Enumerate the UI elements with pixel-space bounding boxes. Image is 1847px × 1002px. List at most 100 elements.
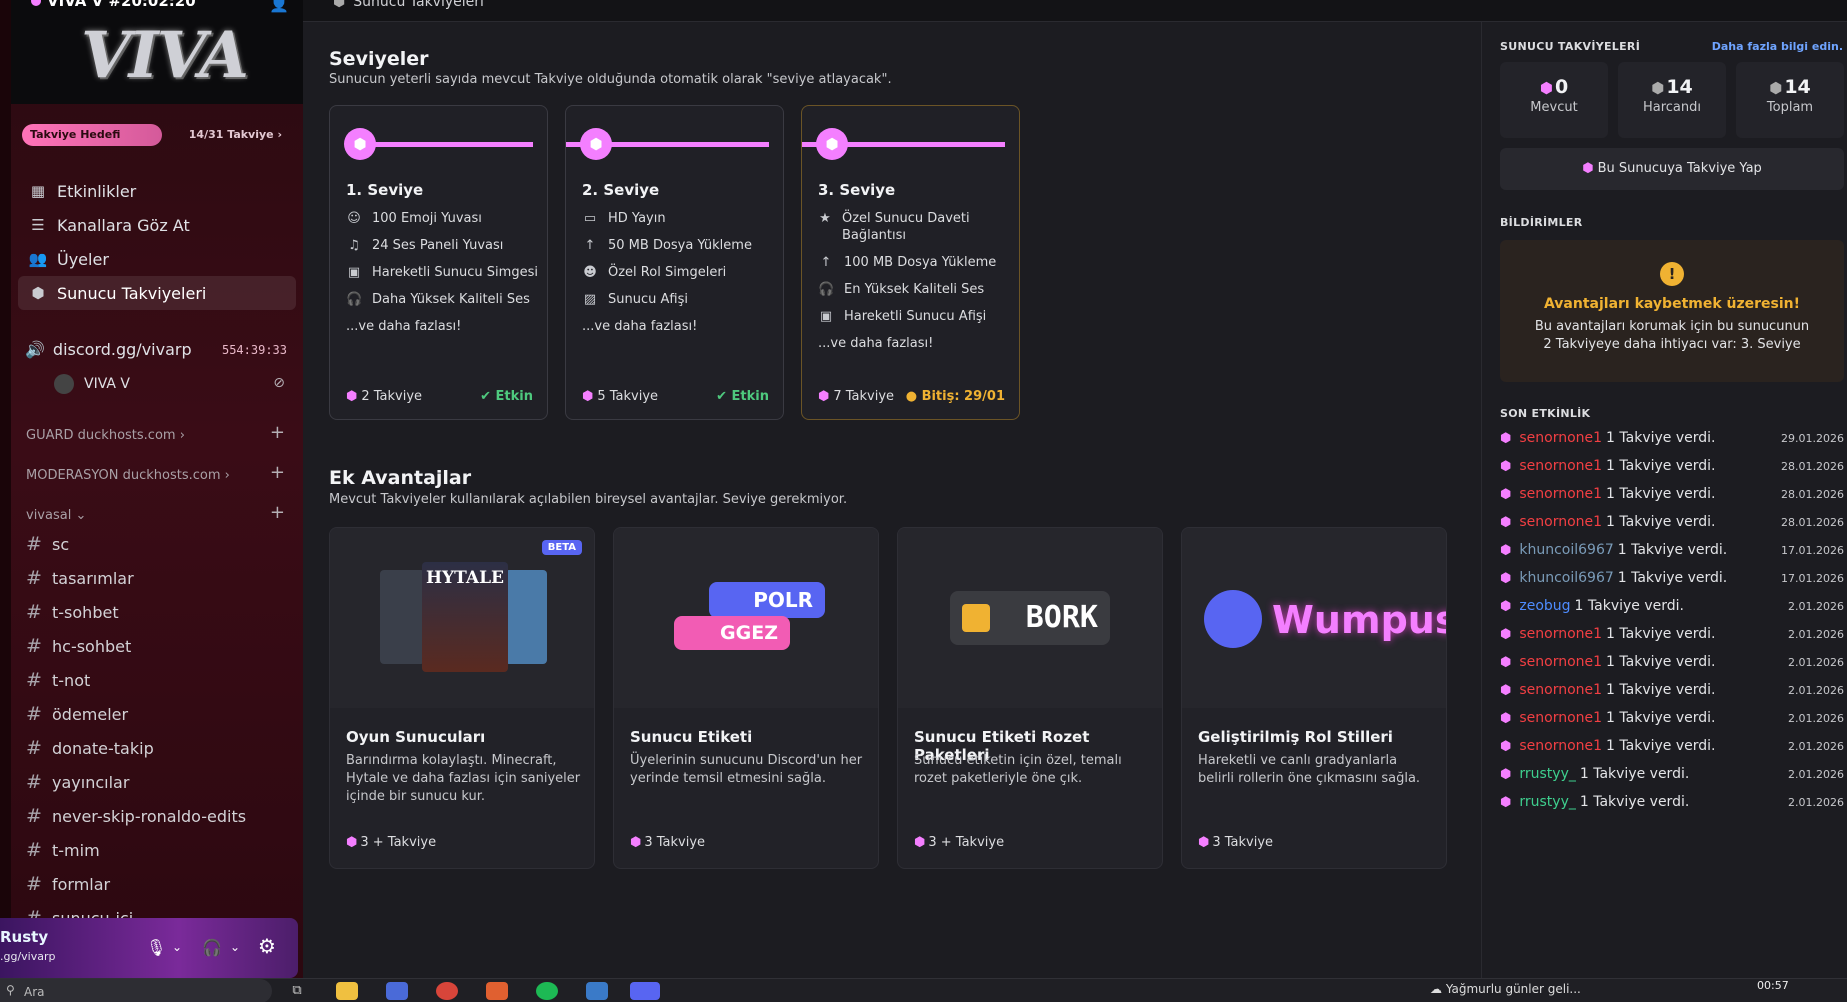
activity-user[interactable]: senornone1 — [1519, 626, 1602, 642]
boost-server-button[interactable]: ⬢ Bu Sunucuya Takviye Yap — [1500, 148, 1844, 190]
perk-title: Oyun Sunucuları — [346, 728, 486, 746]
activity-user[interactable]: rrustyy_ — [1519, 766, 1576, 782]
weather-icon: ☁ — [1430, 982, 1446, 996]
activity-user[interactable]: khuncoil6967 — [1519, 542, 1613, 558]
channel-item[interactable]: # donate-takip — [26, 737, 154, 759]
activity-date: 28.01.2026 — [1781, 459, 1844, 473]
activity-user[interactable]: zeobug — [1519, 598, 1570, 614]
activity-user[interactable]: senornone1 — [1519, 654, 1602, 670]
chevron-down-icon[interactable]: ⌄ — [172, 940, 182, 954]
wumpus-icon — [1204, 590, 1262, 648]
microphone-icon[interactable]: 🎙 — [146, 938, 166, 957]
user-panel[interactable]: Rusty .gg/vivarp 🎙 ⌄ 🎧 ⌄ ⚙ — [0, 918, 298, 978]
invite-people-icon[interactable]: 👤 — [269, 0, 289, 13]
boost-gem-icon: ⬢ — [1500, 794, 1512, 810]
headphones-icon[interactable]: 🎧 — [202, 938, 222, 957]
server-list-strip — [0, 0, 11, 978]
add-channel-button[interactable]: + — [270, 422, 285, 443]
activity-user[interactable]: senornone1 — [1519, 738, 1602, 754]
chevron-down-icon[interactable]: ⌄ — [230, 940, 240, 954]
perk-card-server-tag[interactable]: POLR GGEZ Sunucu Etiketi Üyelerinin sunu… — [613, 527, 879, 869]
perk-item: 🎧 En Yüksek Kaliteli Ses — [818, 282, 985, 297]
boost-gem-icon: ⬢ — [1500, 738, 1512, 754]
category-guard[interactable]: GUARD duckhosts.com › — [26, 428, 185, 443]
perk-art: Wumpus — [1182, 528, 1446, 708]
activity-user[interactable]: senornone1 — [1519, 710, 1602, 726]
dog-icon — [962, 604, 990, 632]
weather-widget[interactable]: ☁ Yağmurlu günler geli... — [1430, 982, 1581, 996]
channel-item[interactable]: # never-skip-ronaldo-edits — [26, 805, 246, 827]
perk-cost: ⬢ 3 Takviye — [1198, 835, 1274, 850]
perk-card-role-styles[interactable]: Wumpus Geliştirilmiş Rol Stilleri Hareke… — [1181, 527, 1447, 869]
tier-perks: ★ Özel Sunucu Daveti Bağlantısı ↑ 100 MB D… — [818, 210, 1013, 362]
activity-user[interactable]: senornone1 — [1519, 514, 1602, 530]
nav-browse-channels[interactable]: ☰ Kanallara Göz At — [18, 208, 296, 242]
file-explorer-icon[interactable] — [336, 982, 358, 1000]
discord-icon[interactable] — [630, 982, 660, 1000]
learn-more-link[interactable]: Daha fazla bilgi edin. — [1712, 40, 1843, 53]
activity-user[interactable]: senornone1 — [1519, 682, 1602, 698]
perk-title: Geliştirilmiş Rol Stilleri — [1198, 728, 1393, 746]
gear-icon[interactable]: ⚙ — [258, 934, 276, 958]
task-view-icon[interactable]: ⧉ — [286, 982, 308, 1000]
activity-date: 2.01.2026 — [1788, 599, 1844, 613]
activity-date: 17.01.2026 — [1781, 571, 1844, 585]
activity-text: 1 Takviye verdi. — [1606, 738, 1716, 754]
server-name[interactable]: VIVA V #20:02:20 — [47, 0, 196, 10]
store-icon[interactable] — [386, 982, 408, 1000]
activity-user[interactable]: senornone1 — [1519, 486, 1602, 502]
boost-gem-icon: ⬢ — [346, 835, 358, 850]
brave-icon[interactable] — [486, 982, 508, 1000]
channel-item[interactable]: # sc — [26, 533, 69, 555]
taskbar-search[interactable]: ⚲ Ara — [0, 979, 272, 1002]
activity-user[interactable]: senornone1 — [1519, 430, 1602, 446]
hash-icon: # — [26, 533, 42, 555]
user-status: .gg/vivarp — [0, 950, 56, 963]
activity-text: 1 Takviye verdi. — [1617, 542, 1728, 558]
channel-item[interactable]: # hc-sohbet — [26, 635, 131, 657]
perk-card-badge-packs[interactable]: BORK Sunucu Etiketi Rozet Paketleri Sunu… — [897, 527, 1163, 869]
channel-item[interactable]: # t-sohbet — [26, 601, 119, 623]
add-channel-button[interactable]: + — [270, 502, 285, 523]
category-moderasyon[interactable]: MODERASYON duckhosts.com › — [26, 468, 230, 483]
activity-text: 1 Takviye verdi. — [1606, 626, 1716, 642]
boost-gem-icon: ⬢ — [1500, 654, 1512, 670]
boost-goal-bar[interactable]: Takviye Hedefi 14/31 Takviye › — [20, 124, 292, 146]
boost-gem-icon: ⬢ — [1500, 514, 1512, 530]
taskbar-clock[interactable]: 00:57 — [1757, 979, 1789, 992]
category-vivasal[interactable]: vivasal ⌄ — [26, 508, 86, 523]
activity-row: ⬢ khuncoil6967 1 Takviye verdi. 17.01.2026 — [1500, 567, 1844, 589]
boost-gem-icon: ⬢ — [1539, 79, 1553, 97]
spotify-icon[interactable] — [536, 982, 558, 1000]
activity-user[interactable]: rrustyy_ — [1519, 794, 1576, 810]
app-icon[interactable] — [586, 982, 608, 1000]
voice-channel[interactable]: 🔊 discord.gg/vivarp — [25, 340, 192, 359]
nav-members[interactable]: 👥 Üyeler — [18, 242, 296, 276]
activity-row: ⬢ senornone1 1 Takviye verdi. 2.01.2026 — [1500, 679, 1844, 701]
stream-hidden-icon[interactable]: ⊘ — [273, 375, 285, 391]
channel-item[interactable]: # t-not — [26, 669, 90, 691]
right-panel: SUNUCU TAKVİYELERİ Daha fazla bilgi edin… — [1481, 22, 1847, 978]
perk-card-game-servers[interactable]: HYTALE BETA Oyun Sunucuları Barındırma k… — [329, 527, 595, 869]
chrome-icon[interactable] — [436, 982, 458, 1000]
check-icon: ✔ — [480, 389, 496, 404]
nav-server-boosts[interactable]: ⬢ Sunucu Takviyeleri — [18, 276, 296, 310]
warning-notice: ! Avantajları kaybetmek üzeresin! Bu ava… — [1500, 240, 1844, 382]
hytale-cover: HYTALE — [422, 562, 508, 672]
activity-user[interactable]: khuncoil6967 — [1519, 570, 1613, 586]
channel-item[interactable]: # t-mim — [26, 839, 100, 861]
notice-title: Avantajları kaybetmek üzeresin! — [1543, 296, 1801, 312]
activity-user[interactable]: senornone1 — [1519, 458, 1602, 474]
server-sidebar: VIVA V #20:02:20 👤 VIVA Takviye Hedefi 1… — [0, 0, 303, 978]
nav-events[interactable]: ▦ Etkinlikler — [18, 174, 296, 208]
channel-item[interactable]: # formlar — [26, 873, 110, 895]
tier-perks: ☺ 100 Emoji Yuvası ♫ 24 Ses Paneli Yuvası … — [346, 210, 541, 345]
boost-icon: ⬢ — [31, 284, 45, 302]
voice-user[interactable]: VIVA V — [54, 374, 130, 394]
channel-item[interactable]: # yayıncılar — [26, 771, 129, 793]
activity-text: 1 Takviye verdi. — [1606, 710, 1716, 726]
channel-item[interactable]: # tasarımlar — [26, 567, 134, 589]
add-channel-button[interactable]: + — [270, 462, 285, 483]
server-banner[interactable]: VIVA V #20:02:20 👤 VIVA — [11, 0, 303, 104]
channel-item[interactable]: # ödemeler — [26, 703, 128, 725]
